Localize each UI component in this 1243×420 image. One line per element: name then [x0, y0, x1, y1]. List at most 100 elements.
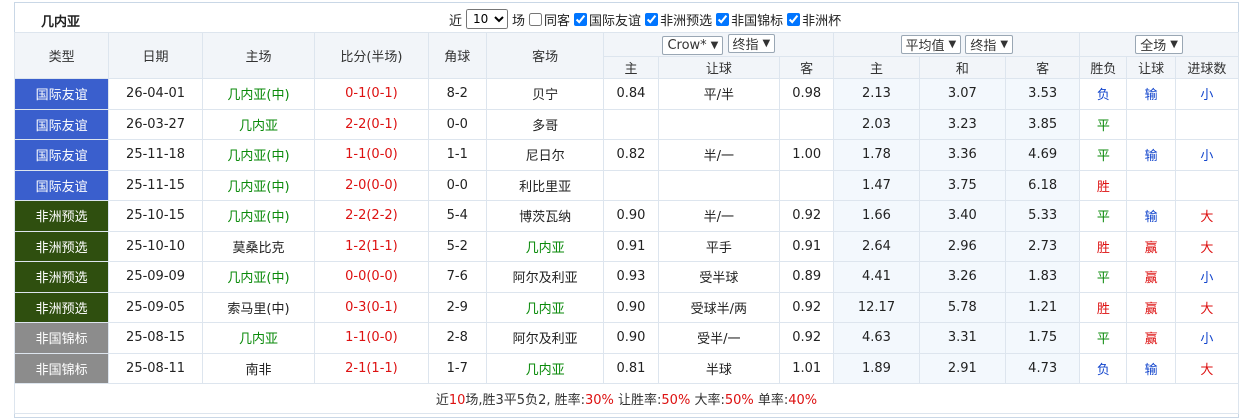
event-type-cell[interactable]: 非洲预选 [13, 200, 110, 232]
sub-handicap: 让球 [657, 56, 781, 79]
event-type-cell[interactable]: 非洲预选 [13, 230, 110, 262]
corners-cell: 0-0 [427, 169, 487, 201]
score-cell: 2-2(2-2) [314, 200, 429, 232]
away-team-cell[interactable]: 贝宁 [485, 78, 605, 110]
goals-result-cell: 小 [1174, 78, 1240, 110]
event-type-cell[interactable]: 国际友谊 [13, 78, 110, 110]
goals-result-cell: 小 [1174, 261, 1240, 293]
home-team-cell[interactable]: 几内亚 [201, 322, 316, 354]
cat-filter-qualifier[interactable]: 非洲预选 [645, 10, 712, 29]
company-select[interactable]: Crow* ▼ [662, 36, 724, 55]
handicap-away-odds: 0.92 [779, 291, 835, 323]
goals-result-cell [1174, 108, 1240, 140]
odds-draw: 3.75 [918, 169, 1007, 201]
handicap-result-cell [1126, 108, 1176, 140]
odds-away: 1.21 [1004, 291, 1081, 323]
col-type: 类型 [13, 32, 110, 79]
away-team-cell[interactable]: 博茨瓦纳 [485, 200, 605, 232]
home-team-cell[interactable]: 几内亚(中) [201, 139, 316, 171]
handicap-home-odds: 0.91 [603, 230, 659, 262]
home-team-cell[interactable]: 南非 [201, 352, 316, 384]
home-team-cell[interactable]: 几内亚(中) [201, 78, 316, 110]
event-type-cell[interactable]: 非洲预选 [13, 261, 110, 293]
event-type-cell[interactable]: 国际友谊 [13, 108, 110, 140]
corners-cell: 0-0 [427, 108, 487, 140]
same-home-filter[interactable]: 同客 [529, 10, 570, 29]
match-count-select[interactable]: 10 [466, 9, 509, 29]
cat-checkbox-championship[interactable] [716, 12, 730, 26]
summary-count: 10 [448, 393, 466, 408]
odds-draw: 2.91 [918, 352, 1007, 384]
date-cell: 26-03-27 [108, 108, 203, 140]
home-team-cell[interactable]: 莫桑比克 [201, 230, 316, 262]
sub-away: 客 [779, 56, 835, 79]
odds-away: 4.73 [1004, 352, 1081, 384]
handicap-away-odds: 1.00 [779, 139, 835, 171]
odds-home: 2.13 [833, 78, 920, 110]
handicap-type-select[interactable]: 终指 ▼ [727, 34, 776, 53]
score-cell: 1-2(1-1) [314, 230, 429, 262]
date-cell: 25-08-11 [108, 352, 203, 384]
handicap-line: 半/一 [657, 139, 781, 171]
handicap-result-cell: 输 [1126, 352, 1176, 384]
home-team-cell[interactable]: 几内亚(中) [201, 261, 316, 293]
home-team-cell[interactable]: 几内亚(中) [201, 200, 316, 232]
handicap-away-odds: 0.92 [779, 200, 835, 232]
handicap-group-header: Crow* ▼ 终指 ▼ [603, 32, 835, 57]
odds-company-select[interactable]: 平均值 ▼ [900, 35, 962, 54]
away-team-cell[interactable]: 几内亚 [485, 352, 605, 384]
cat-checkbox-friendly[interactable] [574, 12, 588, 26]
handicap-line: 半/一 [657, 200, 781, 232]
corners-cell: 7-6 [427, 261, 487, 293]
home-team-cell[interactable]: 几内亚 [201, 108, 316, 140]
odds-draw: 2.96 [918, 230, 1007, 262]
win-rate: 30% [584, 393, 614, 408]
handicap-result-cell: 输 [1126, 200, 1176, 232]
cat-checkbox-cup[interactable] [787, 12, 801, 26]
table-row: 国际友谊 25-11-18 几内亚(中) 1-1(0-0) 1-1 尼日尔 0.82 半/一 1… [13, 139, 1240, 171]
event-type-cell[interactable]: 国际友谊 [13, 139, 110, 171]
same-home-checkbox[interactable] [529, 12, 543, 26]
score-cell: 2-2(0-1) [314, 108, 429, 140]
cat-filter-cup[interactable]: 非洲杯 [787, 10, 841, 29]
result-cell: 平 [1079, 322, 1128, 354]
cat-checkbox-qualifier[interactable] [645, 12, 659, 26]
away-team-cell[interactable]: 利比里亚 [485, 169, 605, 201]
home-team-cell[interactable]: 索马里(中) [201, 291, 316, 323]
cat-filter-friendly[interactable]: 国际友谊 [574, 10, 641, 29]
corners-cell: 1-1 [427, 139, 487, 171]
away-team-cell[interactable]: 几内亚 [485, 230, 605, 262]
handicap-away-odds: 0.98 [779, 78, 835, 110]
away-team-cell[interactable]: 阿尔及利亚 [485, 322, 605, 354]
result-cell: 平 [1079, 139, 1128, 171]
home-team-cell[interactable]: 几内亚(中) [201, 169, 316, 201]
away-team-cell[interactable]: 尼日尔 [485, 139, 605, 171]
away-team-cell[interactable]: 阿尔及利亚 [485, 261, 605, 293]
result-cell: 平 [1079, 261, 1128, 293]
table-row: 非洲预选 25-09-05 索马里(中) 0-3(0-1) 2-9 几内亚 0.90 受球半/… [13, 291, 1240, 323]
result-cell: 平 [1079, 108, 1128, 140]
away-team-cell[interactable]: 几内亚 [485, 291, 605, 323]
chevron-down-icon: ▼ [710, 40, 719, 51]
event-type-cell[interactable]: 非国锦标 [13, 352, 110, 384]
team-title: 几内亚 [41, 15, 81, 30]
panel-header: 几内亚 近 10 场 同客 国际友谊 非洲预选 非国锦标 非洲杯 [15, 3, 1238, 33]
handicap-result-cell: 赢 [1126, 261, 1176, 293]
range-select[interactable]: 全场 ▼ [1135, 35, 1183, 54]
table-row: 国际友谊 26-03-27 几内亚 2-2(0-1) 0-0 多哥 2.03 3.23 3.85… [13, 108, 1240, 140]
event-type-cell[interactable]: 非洲预选 [13, 291, 110, 323]
event-type-cell[interactable]: 国际友谊 [13, 169, 110, 201]
event-type-cell[interactable]: 非国锦标 [13, 322, 110, 354]
col-score: 比分(半场) [314, 32, 429, 79]
date-cell: 26-04-01 [108, 78, 203, 110]
away-team-cell[interactable]: 多哥 [485, 108, 605, 140]
odds-type-select[interactable]: 终指 ▼ [965, 35, 1014, 54]
cat-filter-championship[interactable]: 非国锦标 [716, 10, 783, 29]
odds-draw: 3.07 [918, 78, 1007, 110]
cat-label: 国际友谊 [589, 13, 642, 29]
odds-draw: 3.40 [918, 200, 1007, 232]
score-cell: 0-1(0-1) [314, 78, 429, 110]
handicap-result-cell: 赢 [1126, 230, 1176, 262]
odds-home: 2.64 [833, 230, 920, 262]
sub-goals: 进球数 [1174, 56, 1240, 79]
